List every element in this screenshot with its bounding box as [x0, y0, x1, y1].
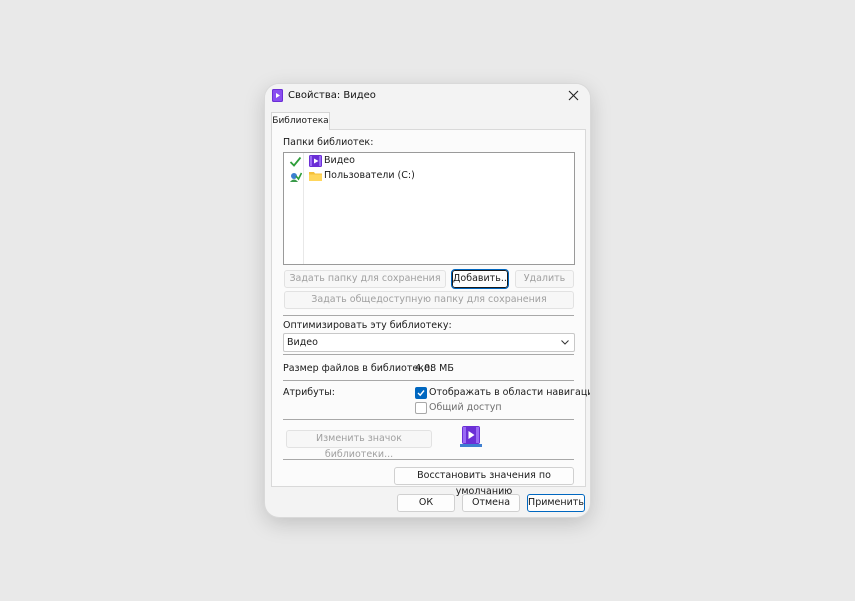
remove-folder-button[interactable]: Удалить [515, 270, 574, 288]
window-title: Свойства: Видео [288, 90, 376, 101]
title-bar: Свойства: Видео [265, 84, 590, 108]
optimize-selected-value: Видео [287, 337, 318, 348]
library-folders-label: Папки библиотек: [283, 137, 374, 148]
library-folders-list[interactable]: Видео Пользователи (C:) [283, 152, 575, 265]
checkmark-icon [417, 390, 425, 397]
set-save-folder-button[interactable]: Задать папку для сохранения [284, 270, 446, 288]
check-icon [289, 156, 302, 167]
change-icon-button[interactable]: Изменить значок библиотеки... [286, 430, 432, 460]
video-library-icon [272, 89, 283, 102]
show-in-navigation-checkbox[interactable] [415, 387, 427, 399]
chevron-down-icon [561, 340, 569, 345]
separator [283, 380, 574, 381]
library-properties-dialog: Свойства: Видео Библиотека Папки библиот… [265, 84, 590, 517]
tab-library[interactable]: Библиотека [271, 112, 330, 130]
shared-checkbox[interactable] [415, 402, 427, 414]
show-in-navigation-label: Отображать в области навигации [429, 387, 590, 398]
folder-icon [309, 172, 322, 181]
list-item[interactable]: Видео [284, 154, 572, 169]
list-item-label: Пользователи (C:) [324, 170, 415, 181]
restore-defaults-button[interactable]: Восстановить значения по умолчанию [394, 467, 574, 497]
close-button[interactable] [558, 84, 590, 108]
close-icon [568, 90, 579, 101]
separator [283, 419, 574, 420]
separator [283, 354, 574, 355]
shared-label: Общий доступ [429, 402, 502, 413]
optimize-label: Оптимизировать эту библиотеку: [283, 320, 452, 331]
apply-button[interactable]: Применить [527, 494, 585, 512]
cancel-button[interactable]: Отмена [462, 494, 520, 512]
ok-button[interactable]: ОК [397, 494, 455, 512]
library-video-icon [460, 426, 482, 447]
set-public-save-folder-button[interactable]: Задать общедоступную папку для сохранени… [284, 291, 574, 309]
size-value: 4,08 МБ [415, 363, 454, 374]
video-folder-icon [309, 155, 322, 167]
attributes-label: Атрибуты: [283, 387, 335, 398]
add-folder-button[interactable]: Добавить... [451, 269, 510, 289]
optimize-dropdown[interactable]: Видео [283, 333, 575, 352]
list-item-label: Видео [324, 155, 355, 166]
list-item[interactable]: Пользователи (C:) [284, 169, 572, 184]
public-save-icon [290, 172, 302, 182]
size-label: Размер файлов в библиотеке: [283, 363, 434, 374]
separator [283, 315, 574, 316]
separator [283, 459, 574, 460]
library-tab-panel: Папки библиотек: Видео Пользователи (C:)… [271, 129, 590, 497]
